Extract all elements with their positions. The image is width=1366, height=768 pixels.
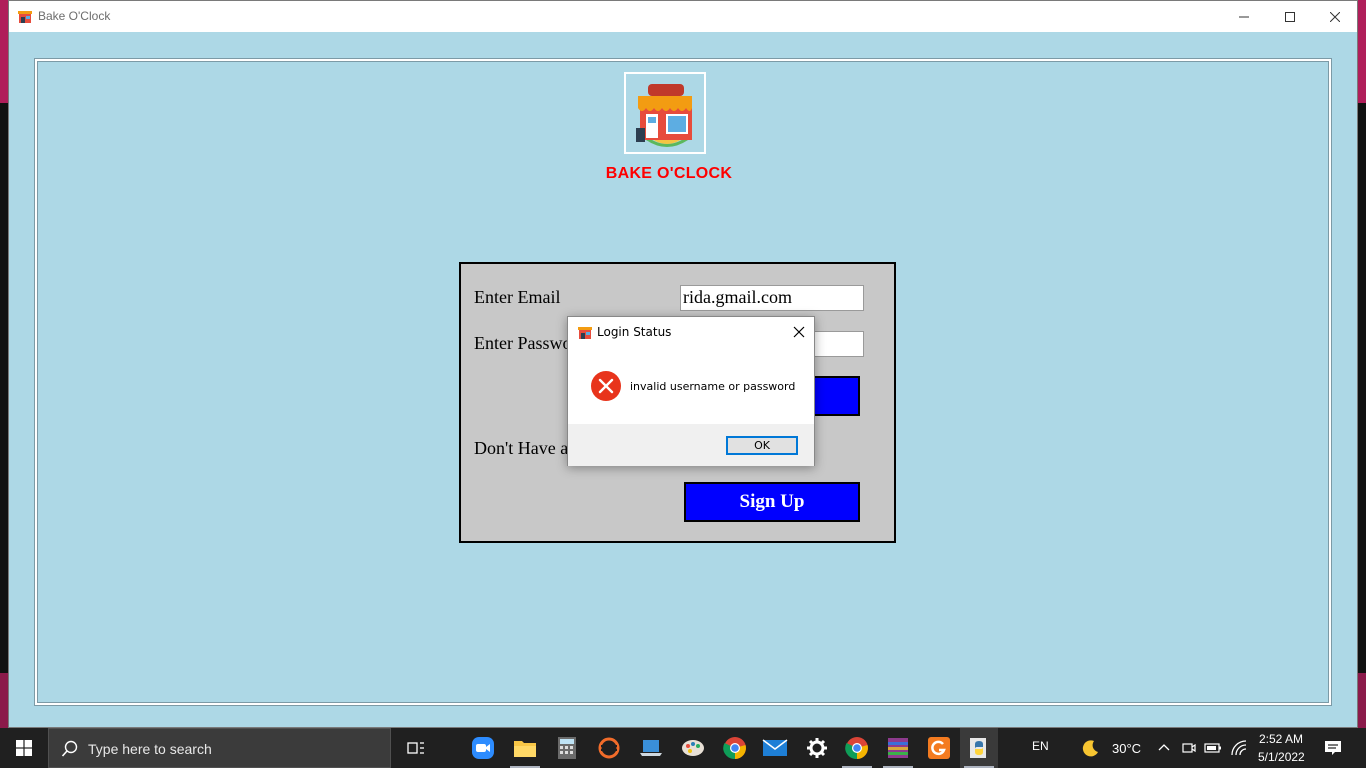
- search-placeholder: Type here to search: [88, 741, 212, 757]
- windows-icon: [16, 740, 32, 756]
- taskbar-search[interactable]: Type here to search: [48, 728, 391, 768]
- battery-icon[interactable]: [1204, 740, 1222, 756]
- task-view-button[interactable]: [398, 728, 434, 768]
- clock-time[interactable]: 2:52 AM: [1259, 732, 1303, 746]
- chrome-icon: [845, 737, 868, 760]
- python-icon: [970, 738, 986, 758]
- gear-icon: [807, 738, 827, 758]
- title-bar[interactable]: Bake O'Clock: [9, 1, 1357, 32]
- calculator-icon: [558, 737, 576, 759]
- taskbar-settings[interactable]: [798, 728, 836, 768]
- bakery-app-icon: [578, 327, 592, 339]
- close-button[interactable]: [1312, 1, 1358, 32]
- bakery-logo: [624, 72, 706, 154]
- minimize-icon: [1239, 16, 1249, 17]
- start-button[interactable]: [0, 728, 48, 768]
- maximize-button[interactable]: [1267, 1, 1313, 32]
- brand-title: BAKE O'CLOCK: [605, 165, 733, 182]
- bakery-shop-icon: [636, 84, 692, 147]
- taskbar-chrome[interactable]: [716, 728, 754, 768]
- signup-button[interactable]: Sign Up: [684, 482, 860, 522]
- dialog-title: Login Status: [597, 325, 672, 339]
- taskbar-zoom[interactable]: [464, 728, 502, 768]
- paint-palette-icon: [682, 740, 704, 756]
- desktop-edge-left: [0, 0, 8, 103]
- desktop-edge-right-dark: [1358, 103, 1366, 673]
- minimize-button[interactable]: [1221, 1, 1267, 32]
- taskbar-python[interactable]: [960, 728, 998, 768]
- notification-icon[interactable]: [1324, 739, 1342, 757]
- ok-button[interactable]: OK: [726, 436, 798, 455]
- taskbar-mail[interactable]: [756, 728, 794, 768]
- taskbar-paint[interactable]: [674, 728, 712, 768]
- winrar-icon: [888, 738, 908, 758]
- zoom-icon: [472, 737, 494, 759]
- search-icon: [61, 740, 78, 757]
- taskbar-orange-app[interactable]: [920, 728, 958, 768]
- clock-date[interactable]: 5/1/2022: [1258, 750, 1305, 764]
- chrome-icon: [723, 737, 746, 760]
- wifi-icon[interactable]: [1230, 739, 1248, 757]
- meet-now-icon[interactable]: [1181, 740, 1197, 756]
- email-field[interactable]: rida.gmail.com: [680, 285, 864, 311]
- orange-app-icon: [928, 737, 950, 759]
- taskbar-calculator[interactable]: [548, 728, 586, 768]
- maximize-icon: [1285, 11, 1295, 22]
- chevron-up-icon[interactable]: [1157, 741, 1171, 755]
- window-title: Bake O'Clock: [38, 9, 111, 23]
- dialog-message: invalid username or password: [630, 380, 796, 393]
- error-icon: [591, 371, 621, 401]
- laptop-icon: [640, 740, 662, 756]
- task-view-icon: [407, 742, 424, 754]
- weather-temp[interactable]: 30°C: [1112, 741, 1141, 756]
- desktop-edge-right: [1358, 0, 1366, 103]
- taskbar-chrome-2[interactable]: [838, 728, 876, 768]
- language-indicator[interactable]: EN: [1032, 739, 1049, 753]
- bakery-app-icon: [18, 11, 32, 23]
- mail-icon: [762, 739, 788, 756]
- login-status-dialog: Login Status invalid username or passwor…: [567, 316, 815, 466]
- dialog-close-icon[interactable]: [790, 323, 808, 341]
- moon-weather-icon: [1082, 740, 1098, 757]
- eclipse-icon: [598, 737, 620, 759]
- taskbar-eclipse[interactable]: [590, 728, 628, 768]
- close-icon: [1330, 11, 1340, 22]
- taskbar-winrar[interactable]: [879, 728, 917, 768]
- dialog-footer: OK: [568, 424, 814, 466]
- taskbar-file-explorer[interactable]: [506, 728, 544, 768]
- taskbar-laptop-app[interactable]: [632, 728, 670, 768]
- taskbar: Type here to search EN 30°C 2:52 AM 5/1/…: [0, 728, 1366, 768]
- email-label: Enter Email: [474, 287, 561, 307]
- folder-icon: [514, 741, 536, 757]
- desktop-edge-left-dark: [0, 103, 8, 673]
